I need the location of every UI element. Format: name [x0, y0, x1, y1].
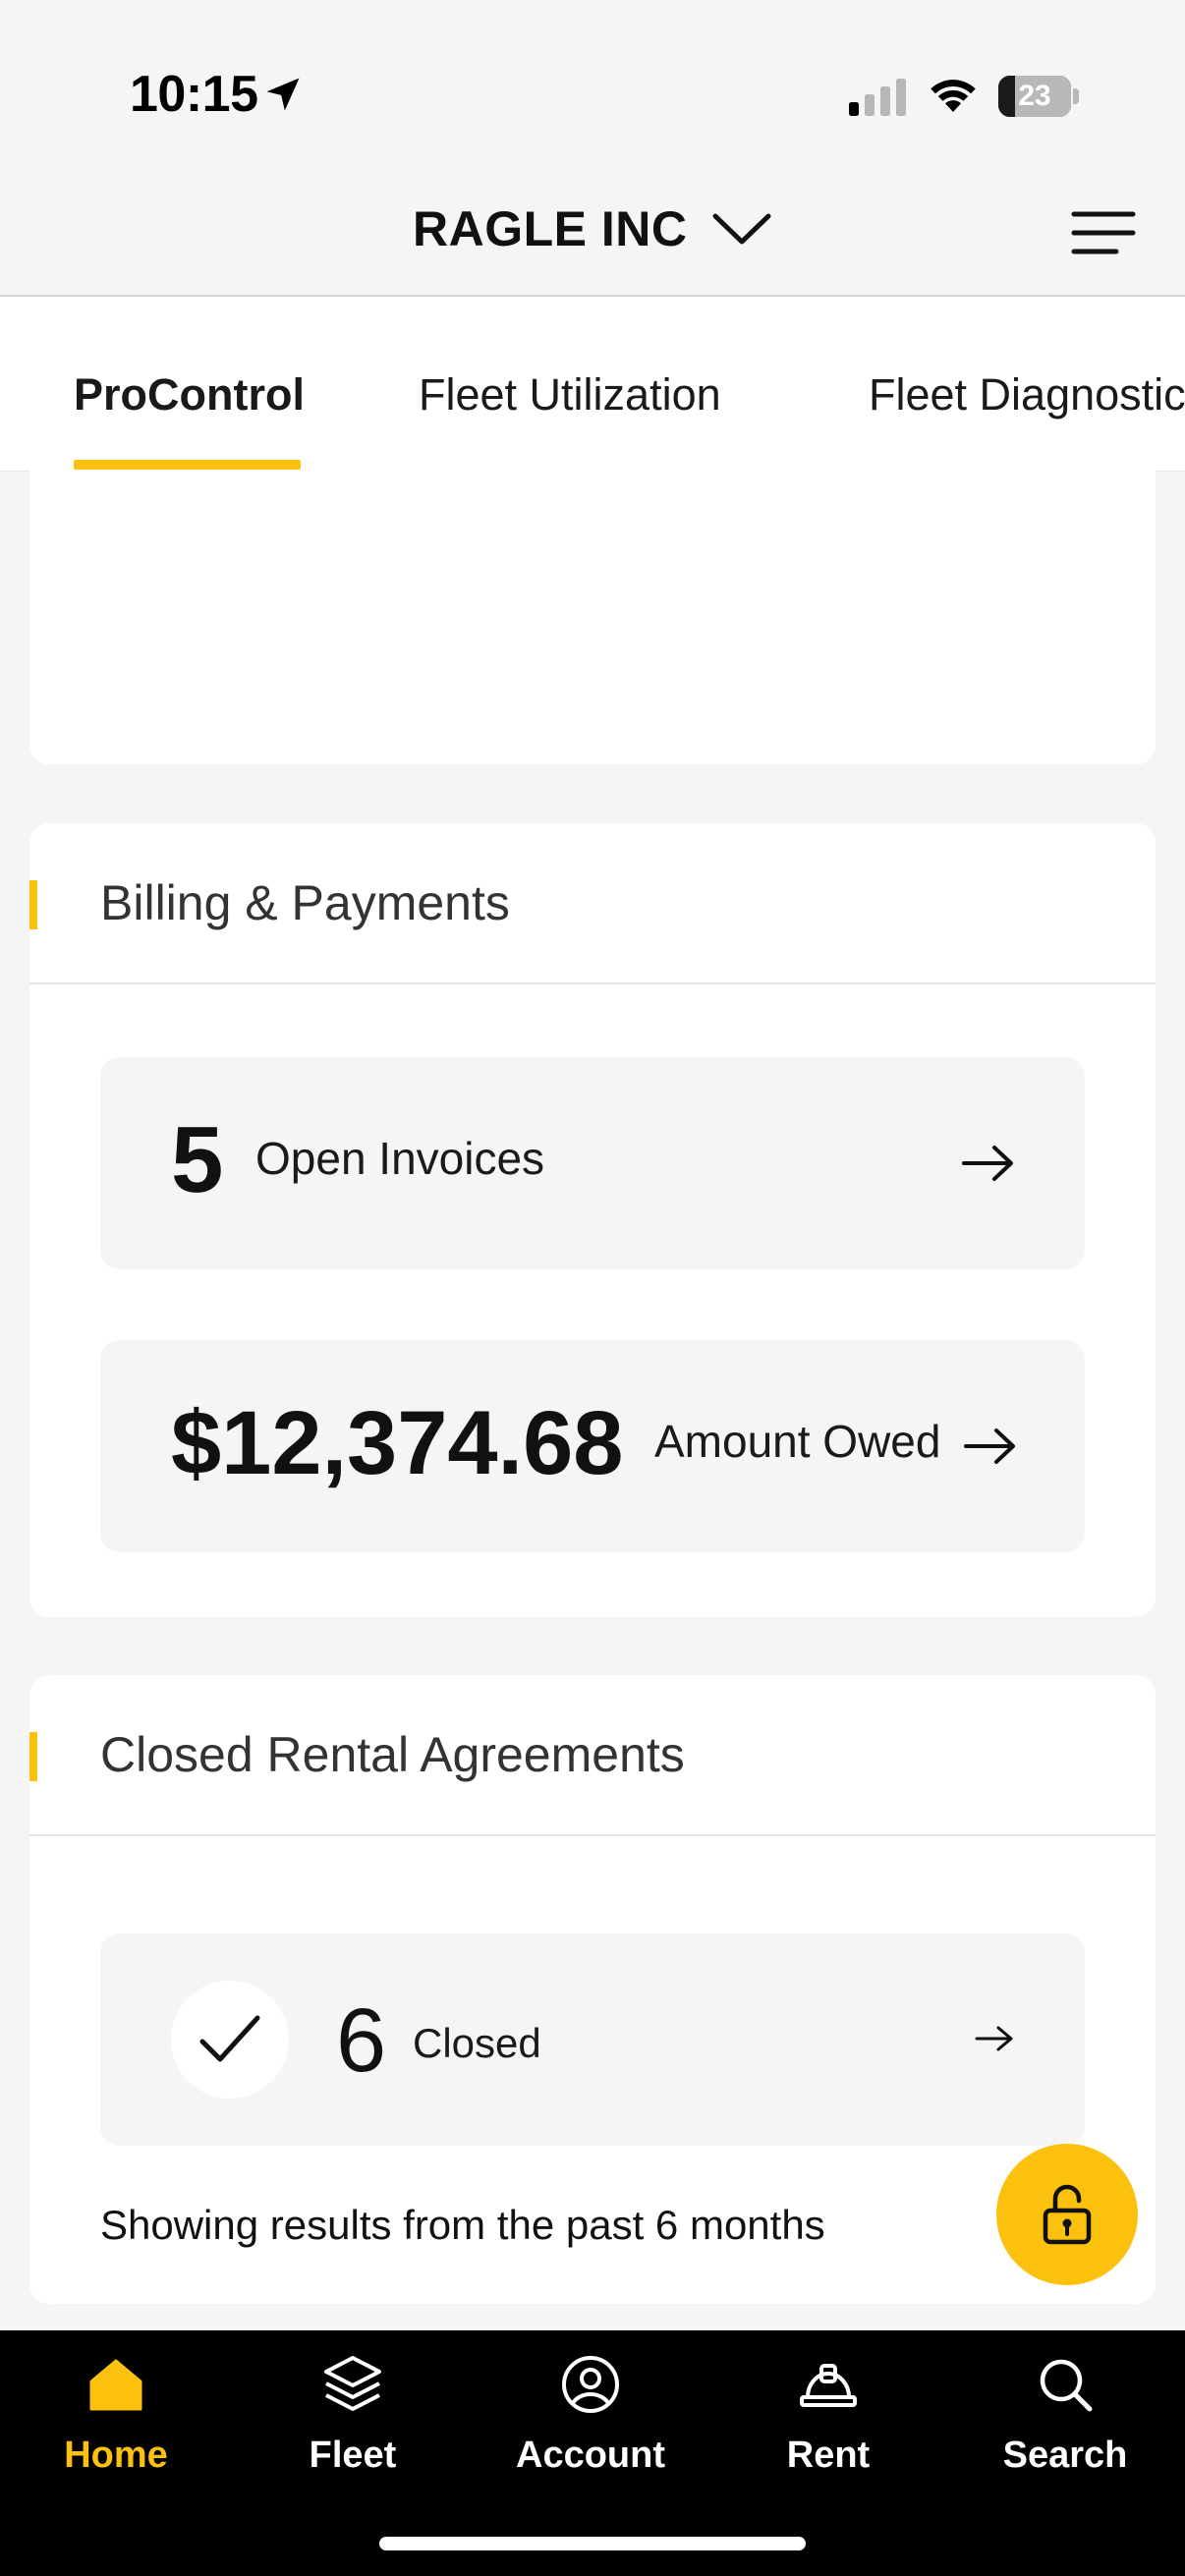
search-icon — [1040, 2359, 1093, 2412]
tab-bar: ProControl Fleet Utilization Fleet Diagn… — [0, 297, 1185, 472]
open-invoices-count: 5 — [171, 1107, 224, 1212]
nav-label-rent: Rent — [786, 2435, 871, 2476]
tab-fleet-utilization[interactable]: Fleet Utilization — [419, 369, 721, 420]
nav-fleet[interactable]: Fleet — [254, 2352, 451, 2477]
company-selector[interactable]: RAGLE INC — [0, 200, 1185, 257]
checkmark-icon — [199, 2015, 260, 2062]
app-header: RAGLE INC — [0, 187, 1185, 297]
unlock-fab-button[interactable] — [996, 2144, 1138, 2285]
cellular-signal-icon — [849, 79, 906, 116]
arrow-right-icon — [964, 1428, 1015, 1464]
hamburger-menu-icon[interactable] — [1071, 208, 1136, 257]
check-badge — [171, 1981, 289, 2099]
amount-owed-row[interactable]: $12,374.68 Amount Owed — [100, 1340, 1085, 1552]
nav-label-home: Home — [64, 2435, 168, 2476]
tab-procontrol[interactable]: ProControl — [74, 369, 305, 420]
chevron-down-icon — [712, 213, 771, 245]
arrow-right-icon — [962, 1146, 1013, 1181]
active-tab-indicator — [74, 460, 301, 470]
account-icon — [562, 2356, 619, 2413]
status-bar: 10:15 23 — [0, 0, 1185, 187]
billing-payments-card: Billing & Payments 5 Open Invoices $12,3… — [29, 823, 1156, 1617]
amount-owed-value: $12,374.68 — [171, 1393, 624, 1493]
arrow-right-icon — [975, 2026, 1013, 2051]
closed-rentals-row[interactable]: 6 Closed — [100, 1933, 1085, 2146]
tab-fleet-diagnostics[interactable]: Fleet Diagnostics — [869, 369, 1185, 420]
home-indicator[interactable] — [379, 2537, 806, 2550]
previous-card — [29, 470, 1156, 764]
amount-owed-label: Amount Owed — [654, 1416, 941, 1467]
billing-title: Billing & Payments — [100, 875, 510, 930]
accent-bar — [29, 880, 37, 929]
battery-indicator: 23 — [998, 76, 1079, 117]
closed-rentals-title: Closed Rental Agreements — [100, 1727, 685, 1782]
nav-label-search: Search — [1002, 2435, 1128, 2476]
nav-label-fleet: Fleet — [309, 2435, 397, 2476]
nav-rent[interactable]: Rent — [730, 2352, 927, 2477]
card-header: Closed Rental Agreements — [29, 1675, 1156, 1836]
open-invoices-row[interactable]: 5 Open Invoices — [100, 1057, 1085, 1269]
location-arrow-icon — [266, 78, 300, 111]
nav-label-account: Account — [516, 2435, 665, 2476]
nav-account[interactable]: Account — [492, 2352, 689, 2477]
status-time: 10:15 — [130, 66, 258, 123]
closed-rental-agreements-card: Closed Rental Agreements 6 Closed Showin… — [29, 1675, 1156, 2304]
hard-hat-icon — [800, 2364, 857, 2407]
open-invoices-label: Open Invoices — [255, 1133, 545, 1184]
unlocked-padlock-icon — [1043, 2184, 1092, 2245]
accent-bar — [29, 1732, 37, 1781]
nav-search[interactable]: Search — [967, 2352, 1163, 2477]
company-name: RAGLE INC — [413, 201, 688, 256]
closed-label: Closed — [413, 2020, 541, 2066]
nav-home[interactable]: Home — [18, 2352, 214, 2477]
home-icon — [89, 2359, 142, 2411]
results-period-note: Showing results from the past 6 months — [100, 2202, 825, 2248]
layers-icon — [324, 2356, 381, 2411]
closed-count: 6 — [336, 1990, 387, 2091]
wifi-icon — [931, 80, 976, 112]
card-header: Billing & Payments — [29, 823, 1156, 984]
battery-level-text: 23 — [1018, 80, 1051, 112]
